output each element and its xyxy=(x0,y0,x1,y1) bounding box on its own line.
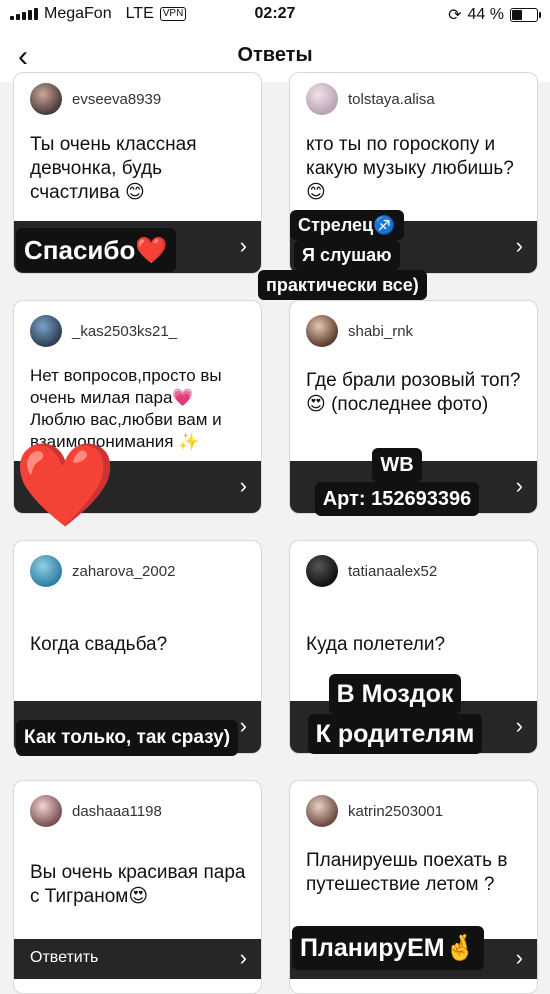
sticker-zodiac: Стрелец♐️ Я слушаю практически все) xyxy=(258,210,448,300)
chevron-right-icon[interactable]: › xyxy=(240,233,247,259)
question-text: Когда свадьба? xyxy=(30,634,168,655)
chevron-right-icon[interactable]: › xyxy=(516,713,523,739)
avatar xyxy=(306,795,338,827)
avatar xyxy=(306,83,338,115)
sticker-thanks: Спасибо❤️ xyxy=(16,228,176,272)
orientation-lock-icon: ⟳ xyxy=(448,7,462,24)
question-text: кто ты по гороскопу и какую музыку любиш… xyxy=(306,134,514,203)
question-text: Планируешь поехать в путешествие летом ? xyxy=(306,850,508,895)
card-user: tolstaya.alisa xyxy=(306,83,435,115)
question-card[interactable]: dashaaa1198 Вы очень красивая пара с Тиг… xyxy=(13,780,262,994)
sticker-zodiac-line3: практически все) xyxy=(258,270,427,300)
reply-label[interactable]: Ответить xyxy=(30,949,98,967)
sticker-wedding: Как только, так сразу) xyxy=(16,720,239,756)
card-user: _kas2503ks21_ xyxy=(30,315,177,347)
avatar xyxy=(30,315,62,347)
sticker-wb-line2: Арт: 152693396 xyxy=(314,482,480,516)
question-text: Куда полетели? xyxy=(306,634,446,655)
card-user: shabi_rnk xyxy=(306,315,413,347)
username: dashaaa1198 xyxy=(72,802,162,820)
sticker-wb-line1: WB xyxy=(372,448,422,482)
question-text: Ты очень классная девчонка, будь счастли… xyxy=(30,134,197,203)
avatar xyxy=(30,555,62,587)
card-user: evseeva8939 xyxy=(30,83,161,115)
chevron-right-icon[interactable]: › xyxy=(516,945,523,971)
username: tatianaalex52 xyxy=(348,562,438,580)
battery-icon xyxy=(510,8,541,22)
card-user: dashaaa1198 xyxy=(30,795,162,827)
status-right: ⟳ 44 % xyxy=(448,5,541,25)
chevron-right-icon[interactable]: › xyxy=(240,945,247,971)
chevron-right-icon[interactable]: › xyxy=(516,233,523,259)
card-user: tatianaalex52 xyxy=(306,555,437,587)
chevron-right-icon[interactable]: › xyxy=(240,473,247,499)
chevron-right-icon[interactable]: › xyxy=(516,473,523,499)
sticker-flight-line2: К родителям xyxy=(307,714,483,754)
avatar xyxy=(306,315,338,347)
status-bar: MegaFon LTE VPN 02:27 ⟳ 44 % xyxy=(0,0,550,30)
username: katrin2503001 xyxy=(348,802,444,820)
question-text: Где брали розовый топ?😍 (последнее фото) xyxy=(306,370,521,415)
sticker-plan: ПланируЕМ🤞 xyxy=(292,926,484,970)
avatar xyxy=(306,555,338,587)
username: evseeva8939 xyxy=(72,90,162,108)
battery-percent: 44 % xyxy=(467,6,504,23)
sticker-flight: В Моздок К родителям xyxy=(290,674,500,754)
sticker-flight-line1: В Моздок xyxy=(328,674,462,714)
reply-bar[interactable]: Ответить › xyxy=(14,939,261,979)
sticker-zodiac-line1: Стрелец♐️ xyxy=(290,210,404,240)
card-user: zaharova_2002 xyxy=(30,555,175,587)
avatar xyxy=(30,795,62,827)
chevron-right-icon[interactable]: › xyxy=(240,713,247,739)
username: _kas2503ks21_ xyxy=(72,322,178,340)
username: zaharova_2002 xyxy=(72,562,176,580)
username: shabi_rnk xyxy=(348,322,414,340)
avatar xyxy=(30,83,62,115)
card-user: katrin2503001 xyxy=(306,795,443,827)
question-text: Вы очень красивая пара с Тиграном😍 xyxy=(30,862,246,907)
heart-sticker: ❤️ xyxy=(14,440,117,531)
sticker-wb: WB Арт: 152693396 xyxy=(292,448,502,516)
page-title: Ответы xyxy=(237,44,313,66)
username: tolstaya.alisa xyxy=(348,90,435,108)
sticker-zodiac-line2: Я слушаю xyxy=(294,240,400,270)
